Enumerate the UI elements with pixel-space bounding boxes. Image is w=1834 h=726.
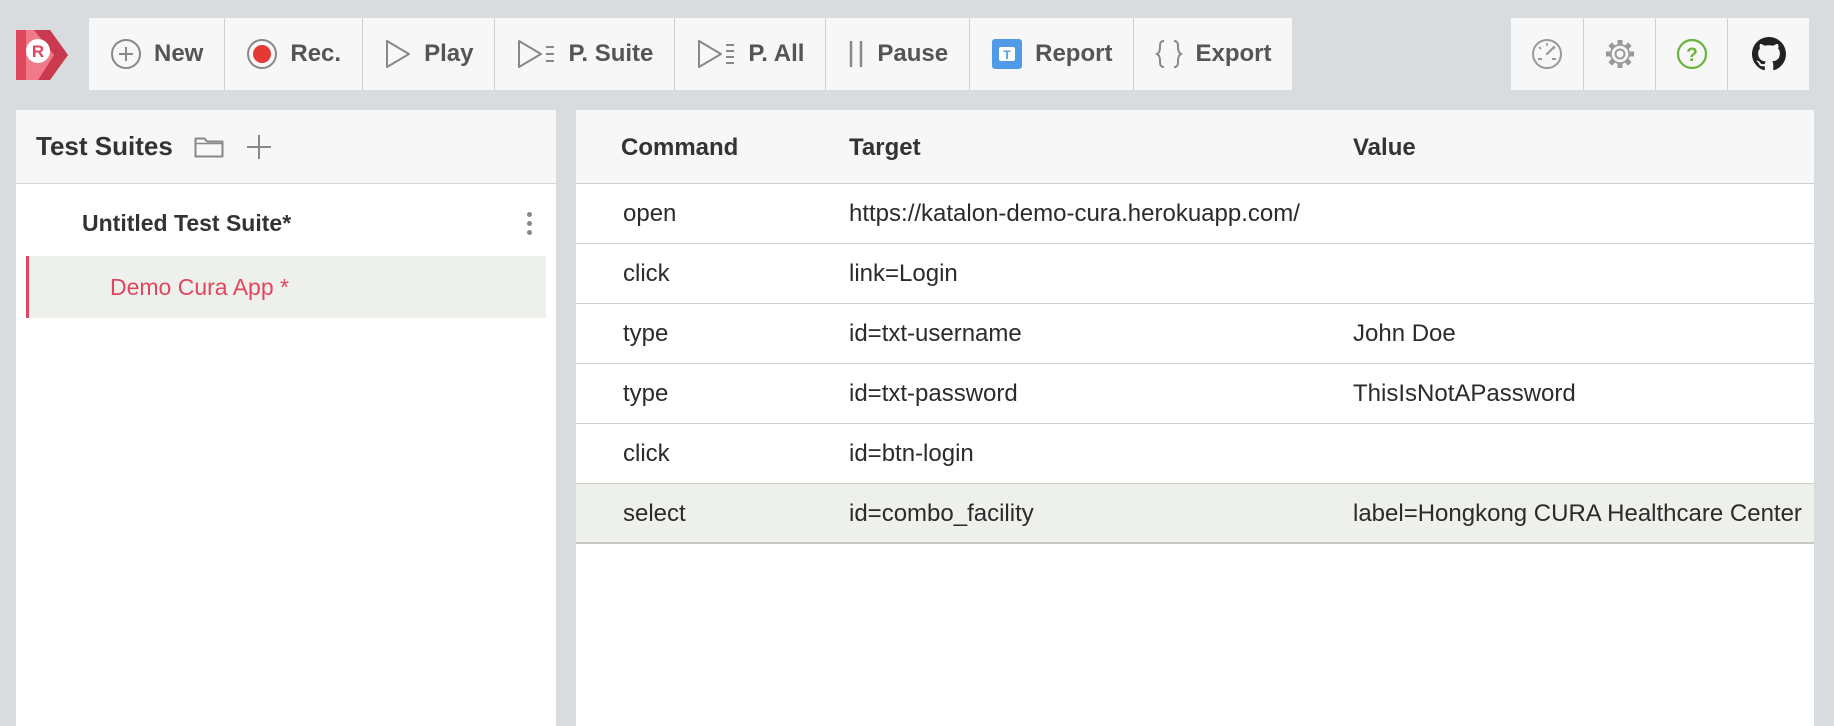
- column-header-value: Value: [1353, 134, 1416, 161]
- test-suite-name: Untitled Test Suite*: [82, 209, 292, 236]
- command-cell: open: [623, 200, 677, 227]
- commands-table-header: Command Target Value: [576, 110, 1814, 184]
- github-button[interactable]: [1727, 18, 1809, 90]
- report-button-label: Report: [1035, 40, 1113, 67]
- test-suites-title: Test Suites: [36, 131, 173, 161]
- add-suite-button[interactable]: [243, 131, 275, 163]
- play-suite-button[interactable]: P. Suite: [495, 18, 676, 90]
- target-cell: id=btn-login: [849, 440, 974, 467]
- settings-button[interactable]: [1583, 18, 1655, 90]
- new-button-label: New: [154, 40, 204, 67]
- target-cell: id=txt-username: [849, 320, 1022, 347]
- value-cell: John Doe: [1353, 320, 1456, 347]
- pause-button[interactable]: Pause: [826, 18, 971, 90]
- play-all-button[interactable]: P. All: [675, 18, 827, 90]
- play-icon: [386, 40, 411, 68]
- pause-icon: [850, 41, 863, 67]
- test-case-item-selected[interactable]: Demo Cura App *: [26, 256, 546, 318]
- play-suite-icon: [518, 40, 555, 68]
- command-cell: click: [623, 440, 670, 467]
- play-all-icon: [698, 40, 735, 68]
- command-cell: type: [623, 320, 669, 347]
- pause-button-label: Pause: [877, 40, 949, 67]
- commands-panel: Command Target Value open https://katalo…: [576, 110, 1814, 726]
- table-row[interactable]: click id=btn-login: [576, 424, 1814, 484]
- table-row[interactable]: open https://katalon-demo-cura.herokuapp…: [576, 184, 1814, 244]
- svg-text:?: ?: [1686, 45, 1698, 66]
- table-row[interactable]: type id=txt-username John Doe: [576, 304, 1814, 364]
- svg-text:R: R: [32, 42, 44, 61]
- command-cell: click: [623, 260, 670, 287]
- value-cell: ThisIsNotAPassword: [1353, 380, 1576, 407]
- target-cell: id=combo_facility: [849, 500, 1034, 527]
- column-header-target: Target: [849, 134, 921, 161]
- plus-circle-icon: [111, 39, 141, 69]
- speedometer-icon: [1532, 39, 1562, 69]
- test-suites-header: Test Suites: [16, 110, 556, 184]
- speed-button[interactable]: [1511, 18, 1583, 90]
- record-button-label: Rec.: [290, 40, 342, 67]
- github-icon: [1751, 37, 1786, 71]
- secondary-toolbar: ?: [1511, 18, 1809, 90]
- suite-menu-button[interactable]: [519, 204, 539, 242]
- help-button[interactable]: ?: [1655, 18, 1727, 90]
- plus-icon: [246, 134, 271, 159]
- test-suite-item[interactable]: Untitled Test Suite*: [16, 202, 556, 244]
- gear-icon: [1605, 40, 1634, 68]
- table-row[interactable]: click link=Login: [576, 244, 1814, 304]
- play-button-label: Play: [424, 40, 474, 67]
- braces-icon: [1155, 40, 1184, 68]
- main-toolbar: New Rec. Play P. Suite P. All Pause T Re…: [89, 18, 1293, 90]
- report-button[interactable]: T Report: [970, 18, 1135, 90]
- play-button[interactable]: Play: [363, 18, 496, 90]
- svg-text:T: T: [1003, 48, 1011, 62]
- command-cell: select: [623, 500, 686, 527]
- folder-icon: [194, 137, 224, 157]
- target-cell: link=Login: [849, 260, 958, 287]
- table-row[interactable]: type id=txt-password ThisIsNotAPassword: [576, 364, 1814, 424]
- test-case-name: Demo Cura App *: [110, 273, 289, 300]
- play-suite-button-label: P. Suite: [568, 40, 654, 67]
- help-icon: ?: [1676, 38, 1707, 70]
- record-button[interactable]: Rec.: [225, 18, 364, 90]
- target-cell: id=txt-password: [849, 380, 1018, 407]
- record-icon: [247, 39, 278, 69]
- open-folder-button[interactable]: [193, 131, 225, 163]
- value-cell: label=Hongkong CURA Healthcare Center: [1353, 500, 1802, 527]
- table-row-selected[interactable]: select id=combo_facility label=Hongkong …: [576, 484, 1814, 544]
- test-suites-panel: Test Suites Untitled Test Suite* Demo Cu…: [16, 110, 556, 726]
- export-button-label: Export: [1195, 40, 1272, 67]
- play-all-button-label: P. All: [748, 40, 805, 67]
- testops-icon: T: [992, 39, 1023, 69]
- target-cell: https://katalon-demo-cura.herokuapp.com/: [849, 200, 1300, 227]
- app-logo: R: [16, 30, 68, 80]
- new-button[interactable]: New: [89, 18, 226, 90]
- command-cell: type: [623, 380, 669, 407]
- column-header-command: Command: [621, 134, 739, 161]
- export-button[interactable]: Export: [1134, 18, 1293, 90]
